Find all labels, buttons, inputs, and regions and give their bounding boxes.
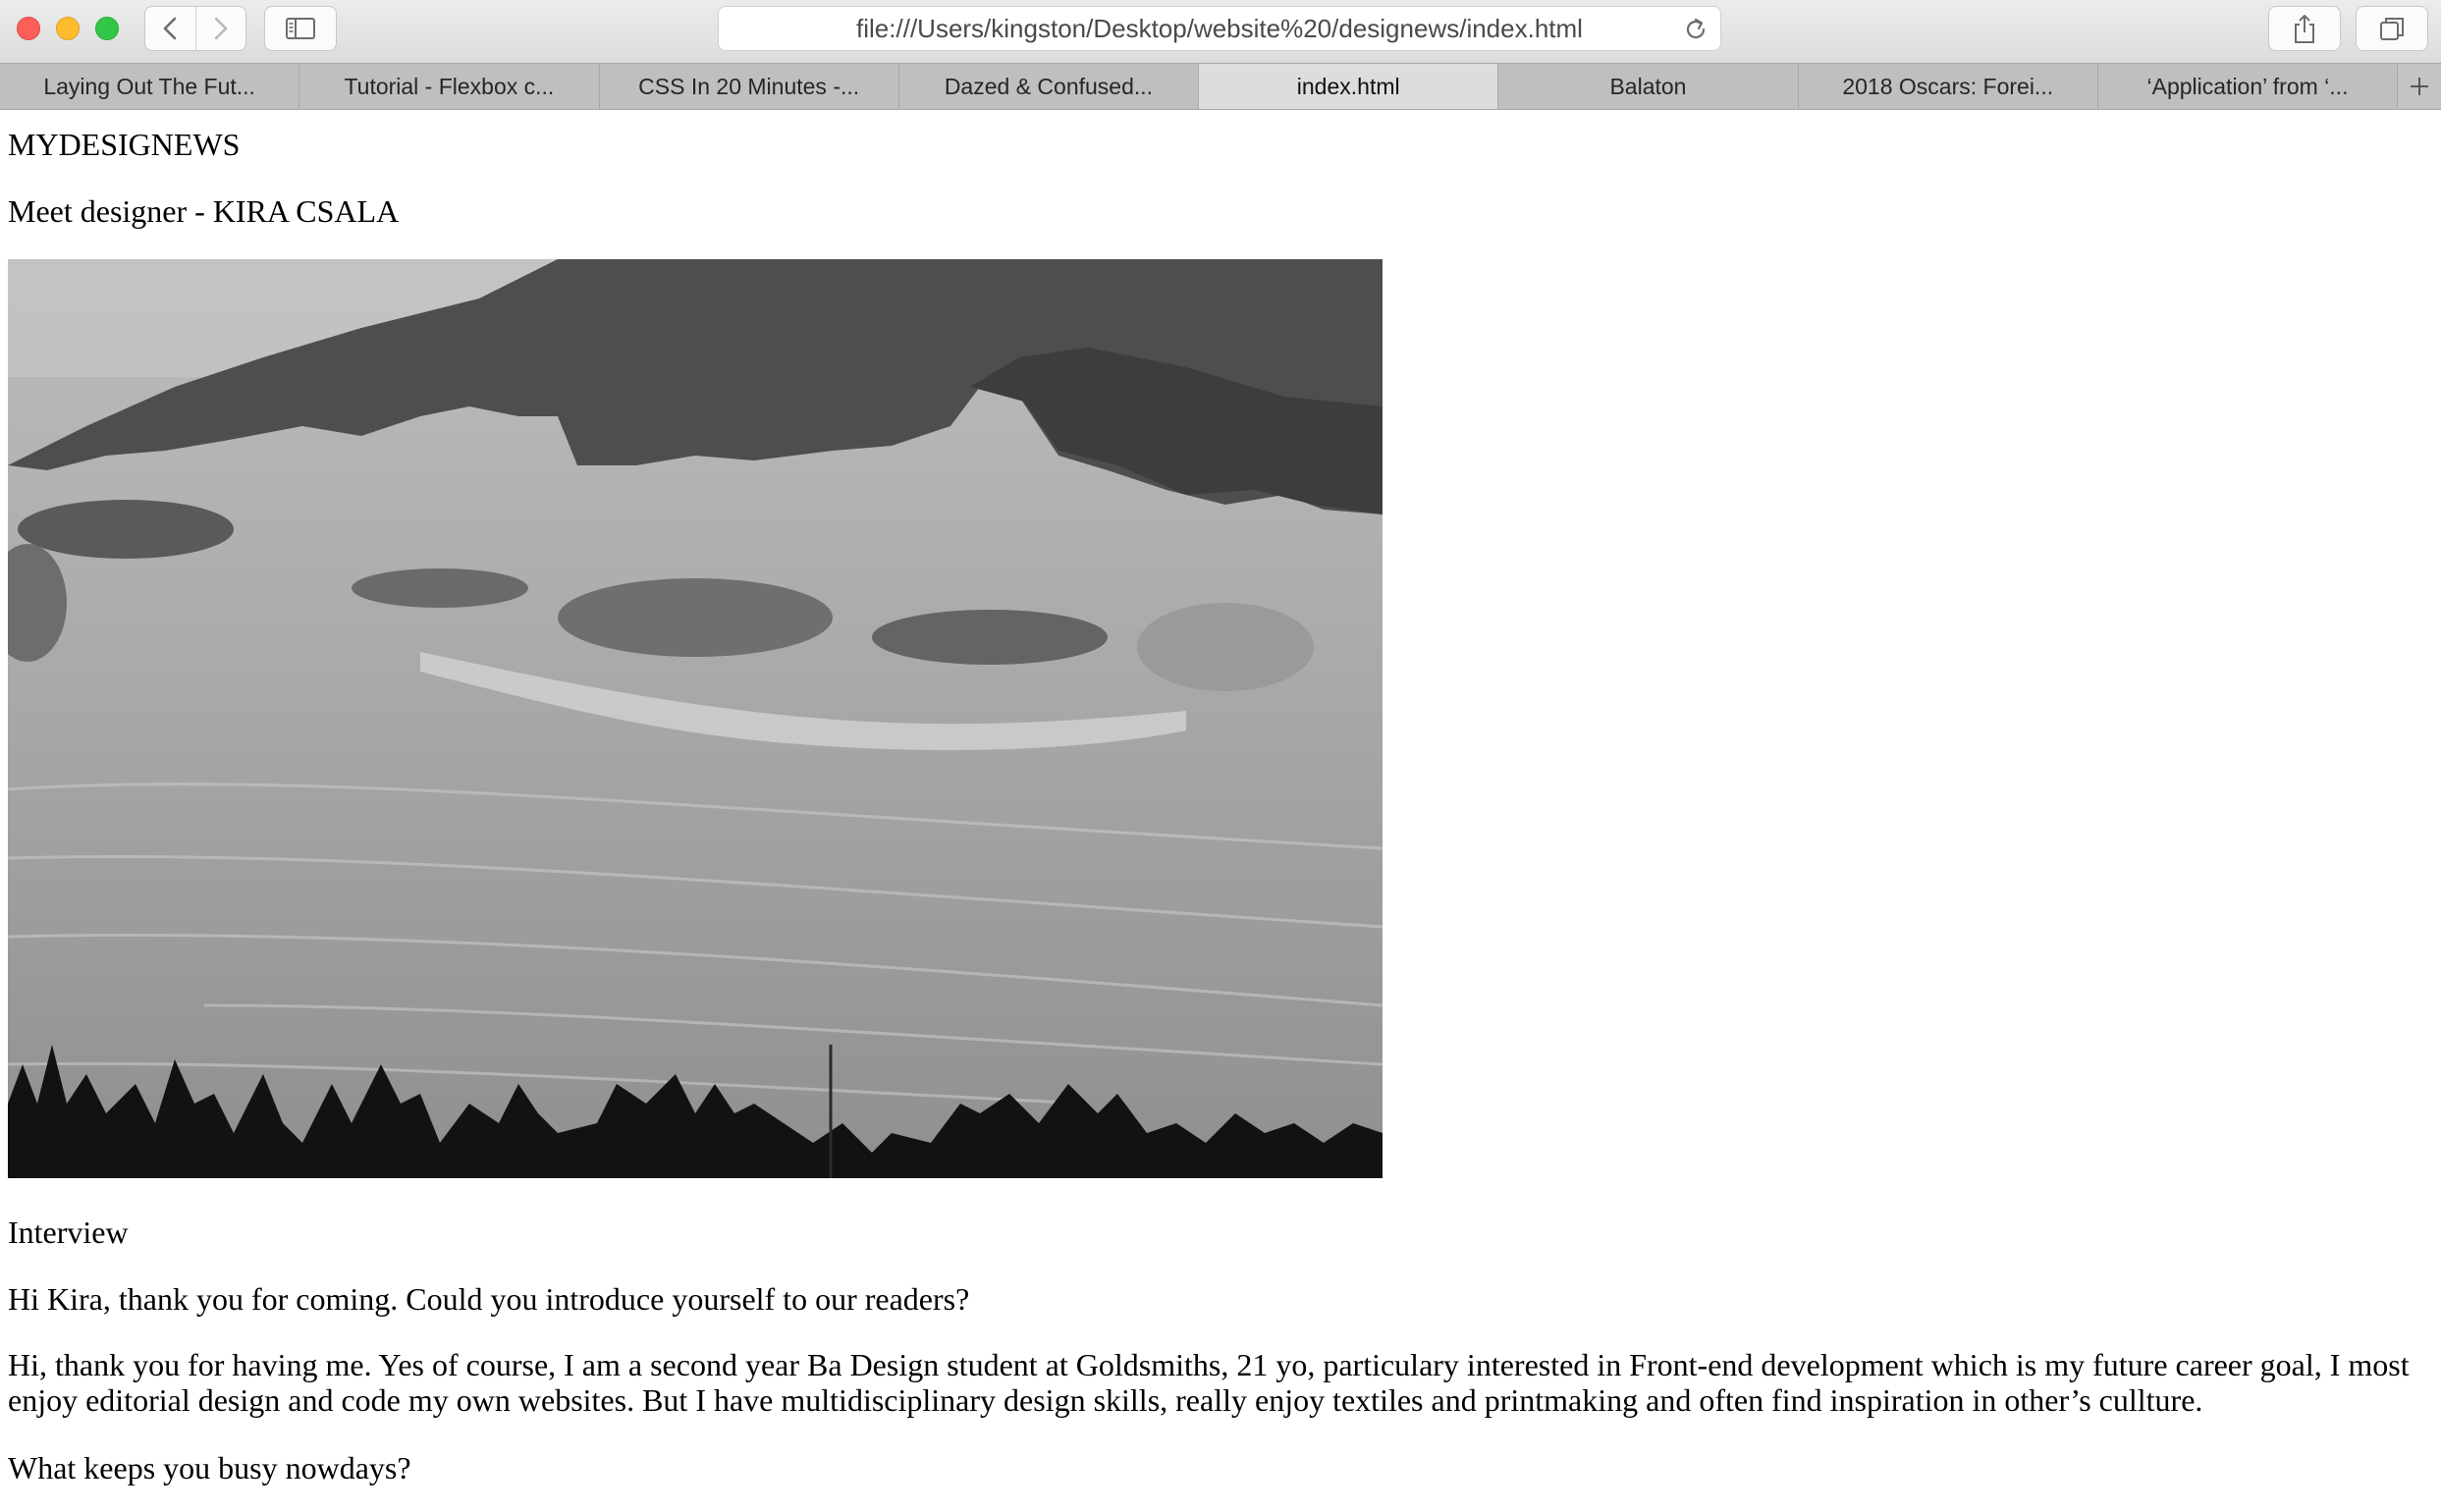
tab-label: CSS In 20 Minutes -...: [638, 73, 860, 99]
browser-toolbar: file:///Users/kingston/Desktop/website%2…: [0, 0, 2441, 63]
tab-application[interactable]: ‘Application’ from ‘...: [2097, 64, 2399, 109]
navigation-buttons: [144, 6, 246, 51]
interview-question: Hi Kira, thank you for coming. Could you…: [8, 1281, 970, 1317]
share-icon: [2295, 15, 2314, 43]
tab-2018-oscars[interactable]: 2018 Oscars: Forei...: [1798, 64, 2098, 109]
hero-landscape-image: [8, 259, 1383, 1178]
close-window-button[interactable]: [17, 17, 40, 40]
tab-bar: Laying Out The Fut... Tutorial - Flexbox…: [0, 63, 2441, 110]
share-button[interactable]: [2268, 6, 2341, 51]
tab-laying-out-the-future[interactable]: Laying Out The Fut...: [0, 64, 300, 109]
tab-label: 2018 Oscars: Forei...: [1842, 73, 2054, 99]
forward-button[interactable]: [194, 7, 246, 50]
tab-overview-button[interactable]: [2356, 6, 2428, 51]
web-page: MYDESIGNEWS Meet designer - KIRA CSALA I…: [0, 110, 2441, 1512]
sidebar-toggle-button[interactable]: [264, 6, 337, 51]
back-arrow-icon: [163, 17, 177, 40]
tab-label: Tutorial - Flexbox c...: [344, 73, 555, 99]
minimize-window-button[interactable]: [56, 17, 80, 40]
site-title: MYDESIGNEWS: [8, 127, 241, 162]
interview-answer: Hi, thank you for having me. Yes of cour…: [8, 1347, 2410, 1418]
tab-css-in-20-minutes[interactable]: CSS In 20 Minutes -...: [599, 64, 899, 109]
tab-label: ‘Application’ from ‘...: [2146, 73, 2349, 99]
reload-icon[interactable]: [1681, 15, 1710, 44]
forward-arrow-icon: [214, 17, 228, 40]
tab-label: Balaton: [1609, 73, 1687, 99]
tab-label: Laying Out The Fut...: [43, 73, 255, 99]
tab-label: index.html: [1296, 73, 1400, 99]
interview-heading: Interview: [8, 1215, 129, 1250]
tabs-overview-icon: [2380, 18, 2404, 40]
plus-icon: [2411, 78, 2429, 95]
sidebar-icon: [286, 18, 315, 39]
interview-question: What keeps you busy nowdays?: [8, 1450, 411, 1485]
tab-dazed-confused[interactable]: Dazed & Confused...: [898, 64, 1200, 109]
zoom-window-button[interactable]: [95, 17, 119, 40]
designer-subtitle: Meet designer - KIRA CSALA: [8, 193, 400, 229]
tab-label: Dazed & Confused...: [944, 73, 1154, 99]
url-text: file:///Users/kingston/Desktop/website%2…: [856, 13, 1583, 43]
back-button[interactable]: [145, 7, 195, 50]
tab-index-html[interactable]: index.html: [1199, 64, 1499, 109]
tab-tutorial-flexbox[interactable]: Tutorial - Flexbox c...: [299, 64, 600, 109]
address-bar[interactable]: file:///Users/kingston/Desktop/website%2…: [718, 6, 1721, 51]
tab-balaton[interactable]: Balaton: [1498, 64, 1799, 109]
new-tab-button[interactable]: [2398, 64, 2441, 109]
